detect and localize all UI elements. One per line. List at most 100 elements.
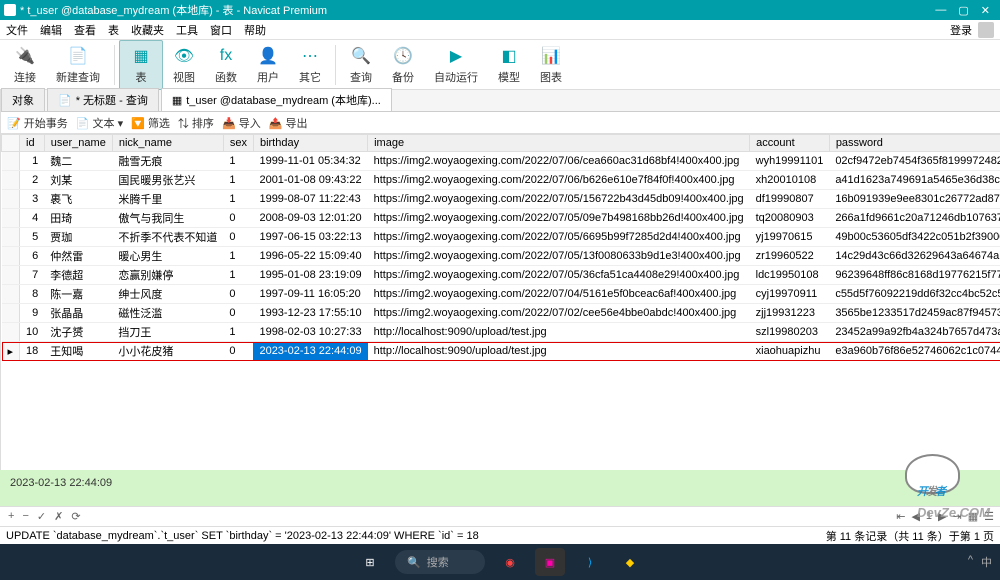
cell-user_name[interactable]: 沈子赟 [44, 323, 112, 342]
cell-user_name[interactable]: 陈一嘉 [44, 285, 112, 304]
cell-sex[interactable]: 1 [223, 171, 253, 190]
user-avatar-icon[interactable] [978, 22, 994, 38]
col-header-birthday[interactable]: birthday [253, 135, 367, 152]
grid-tool[interactable]: 🔽 筛选 [131, 115, 170, 131]
vscode-icon[interactable]: ⟩ [575, 548, 605, 576]
cell-account[interactable]: tq20080903 [750, 209, 830, 228]
table-row[interactable]: 3裹飞米腾千里11999-08-07 11:22:43https://img2.… [2, 190, 1000, 209]
grid-tool[interactable]: ⇅ 排序 [178, 115, 214, 131]
col-header-id[interactable]: id [20, 135, 45, 152]
tool-其它[interactable]: ⋯其它 [289, 41, 331, 89]
cell-birthday[interactable]: 1997-09-11 16:05:20 [253, 285, 367, 304]
cell-image[interactable]: https://img2.woyaogexing.com/2022/07/05/… [368, 228, 750, 247]
page-first-button[interactable]: ⇤ [896, 510, 905, 523]
cell-nick_name[interactable]: 小小花皮猪 [112, 342, 223, 361]
cell-birthday[interactable]: 2001-01-08 09:43:22 [253, 171, 367, 190]
grid-tool[interactable]: 📥 导入 [222, 115, 261, 131]
cell-account[interactable]: szl19980203 [750, 323, 830, 342]
cell-image[interactable]: https://img2.woyaogexing.com/2022/07/06/… [368, 171, 750, 190]
cell-nick_name[interactable]: 傲气与我同生 [112, 209, 223, 228]
cell-id[interactable]: 10 [20, 323, 45, 342]
cell-password[interactable]: a41d1623a749691a5465e36d38cf3d [829, 171, 1000, 190]
cell-id[interactable]: 6 [20, 247, 45, 266]
cell-password[interactable]: 16b091939e9ee8301c26772ad87f3 [829, 190, 1000, 209]
table-row[interactable]: 8陈一嘉绅士风度01997-09-11 16:05:20https://img2… [2, 285, 1000, 304]
cell-sex[interactable]: 0 [223, 342, 253, 361]
tab-对象[interactable]: 对象 [1, 88, 45, 111]
cell-password[interactable]: c55d5f76092219dd6f32cc4bc52c5 [829, 285, 1000, 304]
cell-id[interactable]: 7 [20, 266, 45, 285]
cell-account[interactable]: wyh19991101 [750, 152, 830, 171]
maximize-button[interactable]: ▢ [958, 4, 968, 17]
cell-sex[interactable]: 1 [223, 190, 253, 209]
table-row[interactable]: 1魏二融雪无痕11999-11-01 05:34:32https://img2.… [2, 152, 1000, 171]
cell-sex[interactable]: 0 [223, 285, 253, 304]
cell-image[interactable]: https://img2.woyaogexing.com/2022/07/06/… [368, 152, 750, 171]
cell-nick_name[interactable]: 融雪无痕 [112, 152, 223, 171]
col-header-account[interactable]: account [750, 135, 830, 152]
col-header-sex[interactable]: sex [223, 135, 253, 152]
tool-连接[interactable]: 🔌连接 [4, 41, 46, 89]
table-row[interactable]: 4田琦傲气与我同生02008-09-03 12:01:20https://img… [2, 209, 1000, 228]
cell-nick_name[interactable]: 国民暖男张艺兴 [112, 171, 223, 190]
cell-password[interactable]: 3565be1233517d2459ac87f9457363 [829, 304, 1000, 323]
cell-nick_name[interactable]: 暖心男生 [112, 247, 223, 266]
cell-id[interactable]: 18 [20, 342, 45, 361]
grid-tool[interactable]: 📄 文本 ▾ [76, 115, 123, 131]
tool-表[interactable]: ▦表 [119, 40, 163, 90]
menu-tools[interactable]: 工具 [176, 22, 198, 38]
table-row[interactable]: 9张晶晶磁性泛滥01993-12-23 17:55:10https://img2… [2, 304, 1000, 323]
cell-user_name[interactable]: 仲然雷 [44, 247, 112, 266]
grid-tool[interactable]: 📝 开始事务 [7, 115, 68, 131]
cell-birthday[interactable]: 1999-08-07 11:22:43 [253, 190, 367, 209]
menu-window[interactable]: 窗口 [210, 22, 232, 38]
cell-image[interactable]: https://img2.woyaogexing.com/2022/07/05/… [368, 266, 750, 285]
cell-password[interactable]: 96239648ff86c8168d19776215f7791 [829, 266, 1000, 285]
cell-account[interactable]: ldc19950108 [750, 266, 830, 285]
tool-新建查询[interactable]: 📄新建查询 [46, 41, 110, 89]
cell-user_name[interactable]: 田琦 [44, 209, 112, 228]
cell-sex[interactable]: 0 [223, 209, 253, 228]
cell-sex[interactable]: 1 [223, 323, 253, 342]
cell-account[interactable]: zr19960522 [750, 247, 830, 266]
tool-模型[interactable]: ◧模型 [488, 41, 530, 89]
tray-up-icon[interactable]: ^ [968, 554, 973, 570]
menu-table[interactable]: 表 [108, 22, 119, 38]
tab-t_user @database_mydream (本地库)...[interactable]: ▦t_user @database_mydream (本地库)... [161, 88, 392, 111]
nav-cancel-button[interactable]: ✗ [52, 510, 65, 523]
page-next-button[interactable]: ▶ [938, 510, 946, 523]
cell-account[interactable]: xiaohuapizhu [750, 342, 830, 361]
cell-id[interactable]: 1 [20, 152, 45, 171]
cell-password[interactable]: 23452a99a92fb4a324b7657d473a55 [829, 323, 1000, 342]
cell-nick_name[interactable]: 磁性泛滥 [112, 304, 223, 323]
cell-birthday[interactable]: 2023-02-13 22:44:09 [253, 342, 367, 361]
table-row[interactable]: ▸18王知喝小小花皮猪02023-02-13 22:44:09http://lo… [2, 342, 1000, 361]
cell-password[interactable]: 266a1fd9661c20a71246db1076377 [829, 209, 1000, 228]
menu-edit[interactable]: 编辑 [40, 22, 62, 38]
cell-image[interactable]: https://img2.woyaogexing.com/2022/07/05/… [368, 209, 750, 228]
cell-birthday[interactable]: 1999-11-01 05:34:32 [253, 152, 367, 171]
cell-image[interactable]: https://img2.woyaogexing.com/2022/07/05/… [368, 190, 750, 209]
cell-sex[interactable]: 0 [223, 304, 253, 323]
page-prev-button[interactable]: ◀ [911, 510, 919, 523]
start-button[interactable]: ⊞ [355, 548, 385, 576]
cell-image[interactable]: https://img2.woyaogexing.com/2022/07/04/… [368, 285, 750, 304]
cell-id[interactable]: 4 [20, 209, 45, 228]
cell-account[interactable]: zjj19931223 [750, 304, 830, 323]
tab-* 无标题 - 查询[interactable]: 📄* 无标题 - 查询 [47, 88, 159, 111]
cell-sex[interactable]: 1 [223, 152, 253, 171]
cell-user_name[interactable]: 刘某 [44, 171, 112, 190]
cell-birthday[interactable]: 1993-12-23 17:55:10 [253, 304, 367, 323]
data-grid[interactable]: iduser_namenick_namesexbirthdayimageacco… [1, 134, 1000, 470]
cell-nick_name[interactable]: 不折季不代表不知道 [112, 228, 223, 247]
tool-视图[interactable]: 👁视图 [163, 41, 205, 89]
grid-view-icon[interactable]: ▦ [968, 510, 978, 523]
form-view-icon[interactable]: ☰ [984, 510, 994, 523]
col-header-password[interactable]: password [829, 135, 1000, 152]
navicat-icon[interactable]: ◆ [615, 548, 645, 576]
cell-user_name[interactable]: 裹飞 [44, 190, 112, 209]
cell-birthday[interactable]: 1996-05-22 15:09:40 [253, 247, 367, 266]
cell-image[interactable]: https://img2.woyaogexing.com/2022/07/05/… [368, 247, 750, 266]
cell-birthday[interactable]: 1995-01-08 23:19:09 [253, 266, 367, 285]
tray-ime-icon[interactable]: 中 [981, 554, 992, 570]
